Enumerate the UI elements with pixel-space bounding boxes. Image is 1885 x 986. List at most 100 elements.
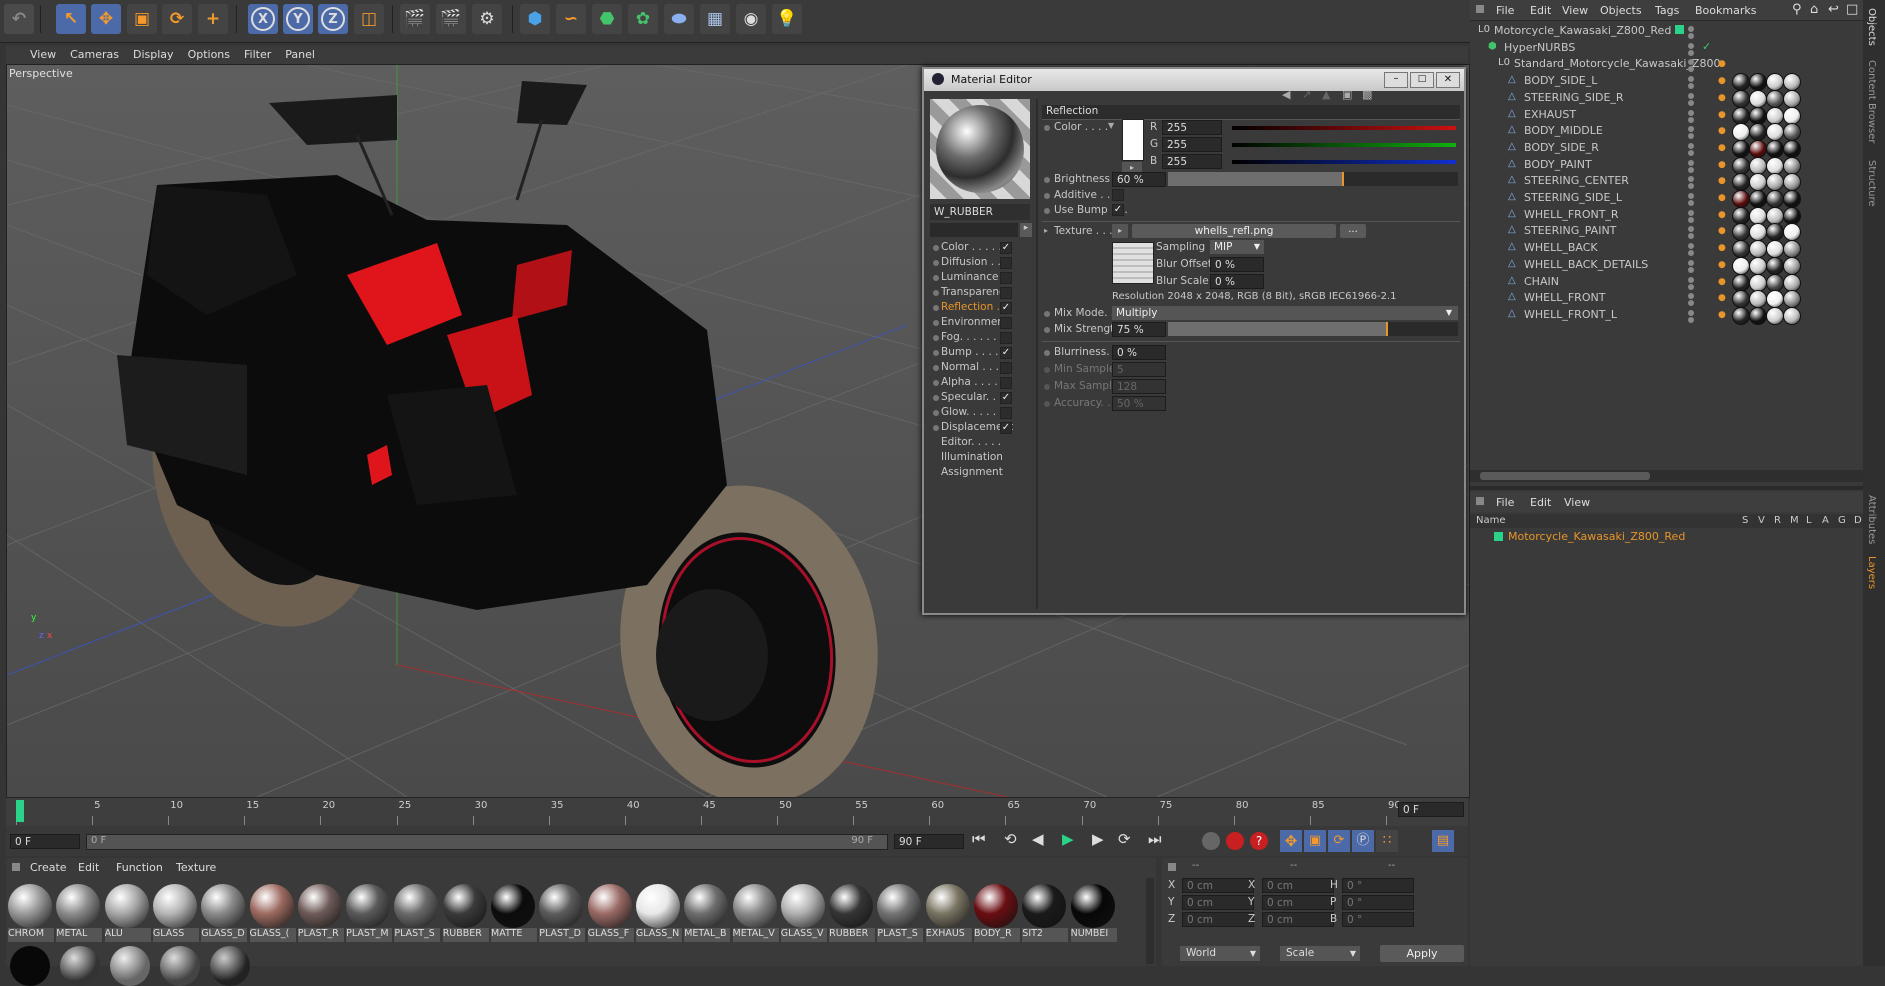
editor-visibility-dot[interactable]	[1688, 226, 1694, 233]
maximize-icon[interactable]: □	[1410, 72, 1434, 88]
channel-label[interactable]: Glow. . . . . .	[941, 406, 1003, 418]
material-label[interactable]: MATTE	[491, 928, 537, 942]
layer-column-header[interactable]: M	[1790, 515, 1799, 526]
texture-expand-icon[interactable]: ▸	[1044, 226, 1048, 235]
object-name[interactable]: STEERING_CENTER	[1524, 174, 1629, 187]
horizontal-scrollbar[interactable]	[1470, 470, 1863, 482]
render-view-icon[interactable]: 🎬	[400, 4, 430, 34]
material-label[interactable]: METAL_B	[684, 928, 731, 942]
material-ball[interactable]	[491, 884, 535, 928]
back-arrow-icon[interactable]: ◀	[1282, 88, 1290, 101]
timeline-window-icon[interactable]: ▤	[1432, 830, 1454, 852]
material-label[interactable]: GLASS_N	[635, 928, 682, 942]
tab-objects[interactable]: Objects	[1866, 8, 1877, 46]
object-name[interactable]: WHELL_FRONT_R	[1524, 208, 1619, 221]
end-frame-field[interactable]: 90 F	[894, 834, 964, 849]
material-label[interactable]: RUBBER	[829, 928, 876, 942]
material-label[interactable]: BODY_R	[974, 928, 1020, 942]
channel-checkbox[interactable]	[1000, 377, 1012, 389]
object-name[interactable]: BODY_SIDE_R	[1524, 141, 1599, 154]
object-name[interactable]: WHELL_FRONT	[1524, 291, 1605, 304]
layer-column-header[interactable]: Name	[1476, 515, 1506, 526]
channel-label[interactable]: Fog. . . . . . .	[941, 331, 1003, 343]
additive-checkbox[interactable]	[1112, 189, 1124, 201]
blur-scale-field[interactable]: 0 %	[1210, 274, 1264, 289]
object-name[interactable]: BODY_PAINT	[1524, 158, 1592, 171]
blurriness-field[interactable]: 0 %	[1112, 345, 1166, 360]
material-label[interactable]: GLASS_(	[249, 928, 296, 942]
phong-tag-icon[interactable]: ●	[1718, 176, 1726, 186]
lock-icon[interactable]: ▣	[1342, 88, 1352, 101]
menu-bookmarks[interactable]: Bookmarks	[1695, 4, 1756, 17]
menu-filter[interactable]: Filter	[244, 48, 271, 61]
channel-checkbox[interactable]: ✓	[1000, 422, 1012, 434]
channel-label[interactable]: Diffusion . . .	[941, 256, 1007, 268]
material-label[interactable]: METAL_V	[732, 928, 779, 942]
enabled-check-icon[interactable]: ✓	[1702, 40, 1711, 53]
brightness-field[interactable]: 60 %	[1112, 172, 1166, 187]
channel-dot[interactable]	[933, 335, 939, 341]
material-ball[interactable]	[587, 884, 632, 928]
material-ball[interactable]	[160, 946, 200, 986]
object-name[interactable]: WHELL_BACK	[1524, 241, 1598, 254]
mix-strength-field[interactable]: 75 %	[1112, 322, 1166, 337]
editor-visibility-dot[interactable]	[1688, 176, 1694, 183]
menu-options[interactable]: Options	[188, 48, 230, 61]
g-slider[interactable]	[1232, 143, 1456, 147]
phong-tag-icon[interactable]: ●	[1718, 293, 1726, 303]
channel-checkbox[interactable]	[1000, 272, 1012, 284]
material-ball[interactable]	[635, 884, 680, 928]
material-tag-icon[interactable]	[1783, 306, 1801, 325]
b-value-field[interactable]: 255	[1162, 154, 1222, 169]
menu-cameras[interactable]: Cameras	[70, 48, 119, 61]
tab-layers[interactable]: Layers	[1866, 556, 1877, 589]
channel-checkbox[interactable]: ✓	[1000, 392, 1012, 404]
scale-icon[interactable]: ▣	[127, 4, 157, 34]
texture-browse-button[interactable]: ...	[1340, 224, 1366, 238]
material-ball[interactable]	[780, 884, 825, 928]
key-param-icon[interactable]: Ⓟ	[1352, 830, 1374, 852]
scrollbar-thumb[interactable]	[1480, 472, 1650, 480]
coord-mode-dropdown[interactable]: World ▼	[1180, 946, 1260, 961]
color-swatch[interactable]	[1122, 119, 1144, 161]
layer-column-header[interactable]: D	[1854, 515, 1862, 526]
material-ball[interactable]	[346, 884, 391, 928]
editor-visibility-dot[interactable]	[1688, 309, 1694, 316]
material-ball[interactable]	[249, 884, 294, 928]
forward-arrow-icon[interactable]: ▲	[1322, 88, 1330, 101]
minimize-icon[interactable]: –	[1384, 72, 1408, 88]
coord-value-field[interactable]: 0 °	[1342, 895, 1414, 910]
layer-column-header[interactable]: R	[1774, 515, 1781, 526]
array-icon[interactable]: ✿	[628, 4, 658, 34]
loop-back-icon[interactable]: ⟲	[1004, 830, 1017, 848]
editor-visibility-dot[interactable]	[1688, 142, 1694, 149]
editor-visibility-dot[interactable]	[1688, 243, 1694, 250]
material-label[interactable]: CHROM	[8, 928, 54, 942]
r-value-field[interactable]: 255	[1162, 120, 1222, 135]
back-icon[interactable]: ↩	[1828, 2, 1839, 17]
channel-checkbox[interactable]	[1000, 257, 1012, 269]
material-ball[interactable]	[104, 884, 149, 928]
step-forward-icon[interactable]: ▶	[1092, 830, 1104, 848]
loop-forward-icon[interactable]: ⟳	[1118, 830, 1131, 848]
channel-dot[interactable]	[933, 245, 939, 251]
material-label[interactable]: GLASS	[152, 928, 199, 942]
help-icon[interactable]: ?	[1250, 832, 1268, 850]
material-label[interactable]: SIT2	[1022, 928, 1069, 942]
material-ball[interactable]	[684, 884, 729, 928]
autokey-icon[interactable]	[1226, 832, 1244, 850]
channel-dot[interactable]	[933, 275, 939, 281]
menu-view[interactable]: View	[1562, 4, 1588, 17]
material-ball[interactable]	[877, 884, 922, 928]
phong-tag-icon[interactable]: ●	[1718, 59, 1726, 69]
object-name[interactable]: WHELL_FRONT_L	[1524, 308, 1617, 321]
animate-dot[interactable]	[1044, 177, 1050, 183]
channel-dot[interactable]	[933, 305, 939, 311]
phong-tag-icon[interactable]: ●	[1718, 110, 1726, 120]
up-arrow-icon[interactable]: ↗	[1302, 88, 1311, 101]
world-coord-icon[interactable]: ◫	[354, 4, 384, 34]
material-label[interactable]: METAL	[56, 928, 103, 942]
frame-range-slider[interactable]: 0 F 90 F	[86, 834, 888, 850]
sampling-dropdown[interactable]: MIP ▼	[1210, 240, 1264, 254]
coord-value-field[interactable]: 0 °	[1342, 912, 1414, 927]
